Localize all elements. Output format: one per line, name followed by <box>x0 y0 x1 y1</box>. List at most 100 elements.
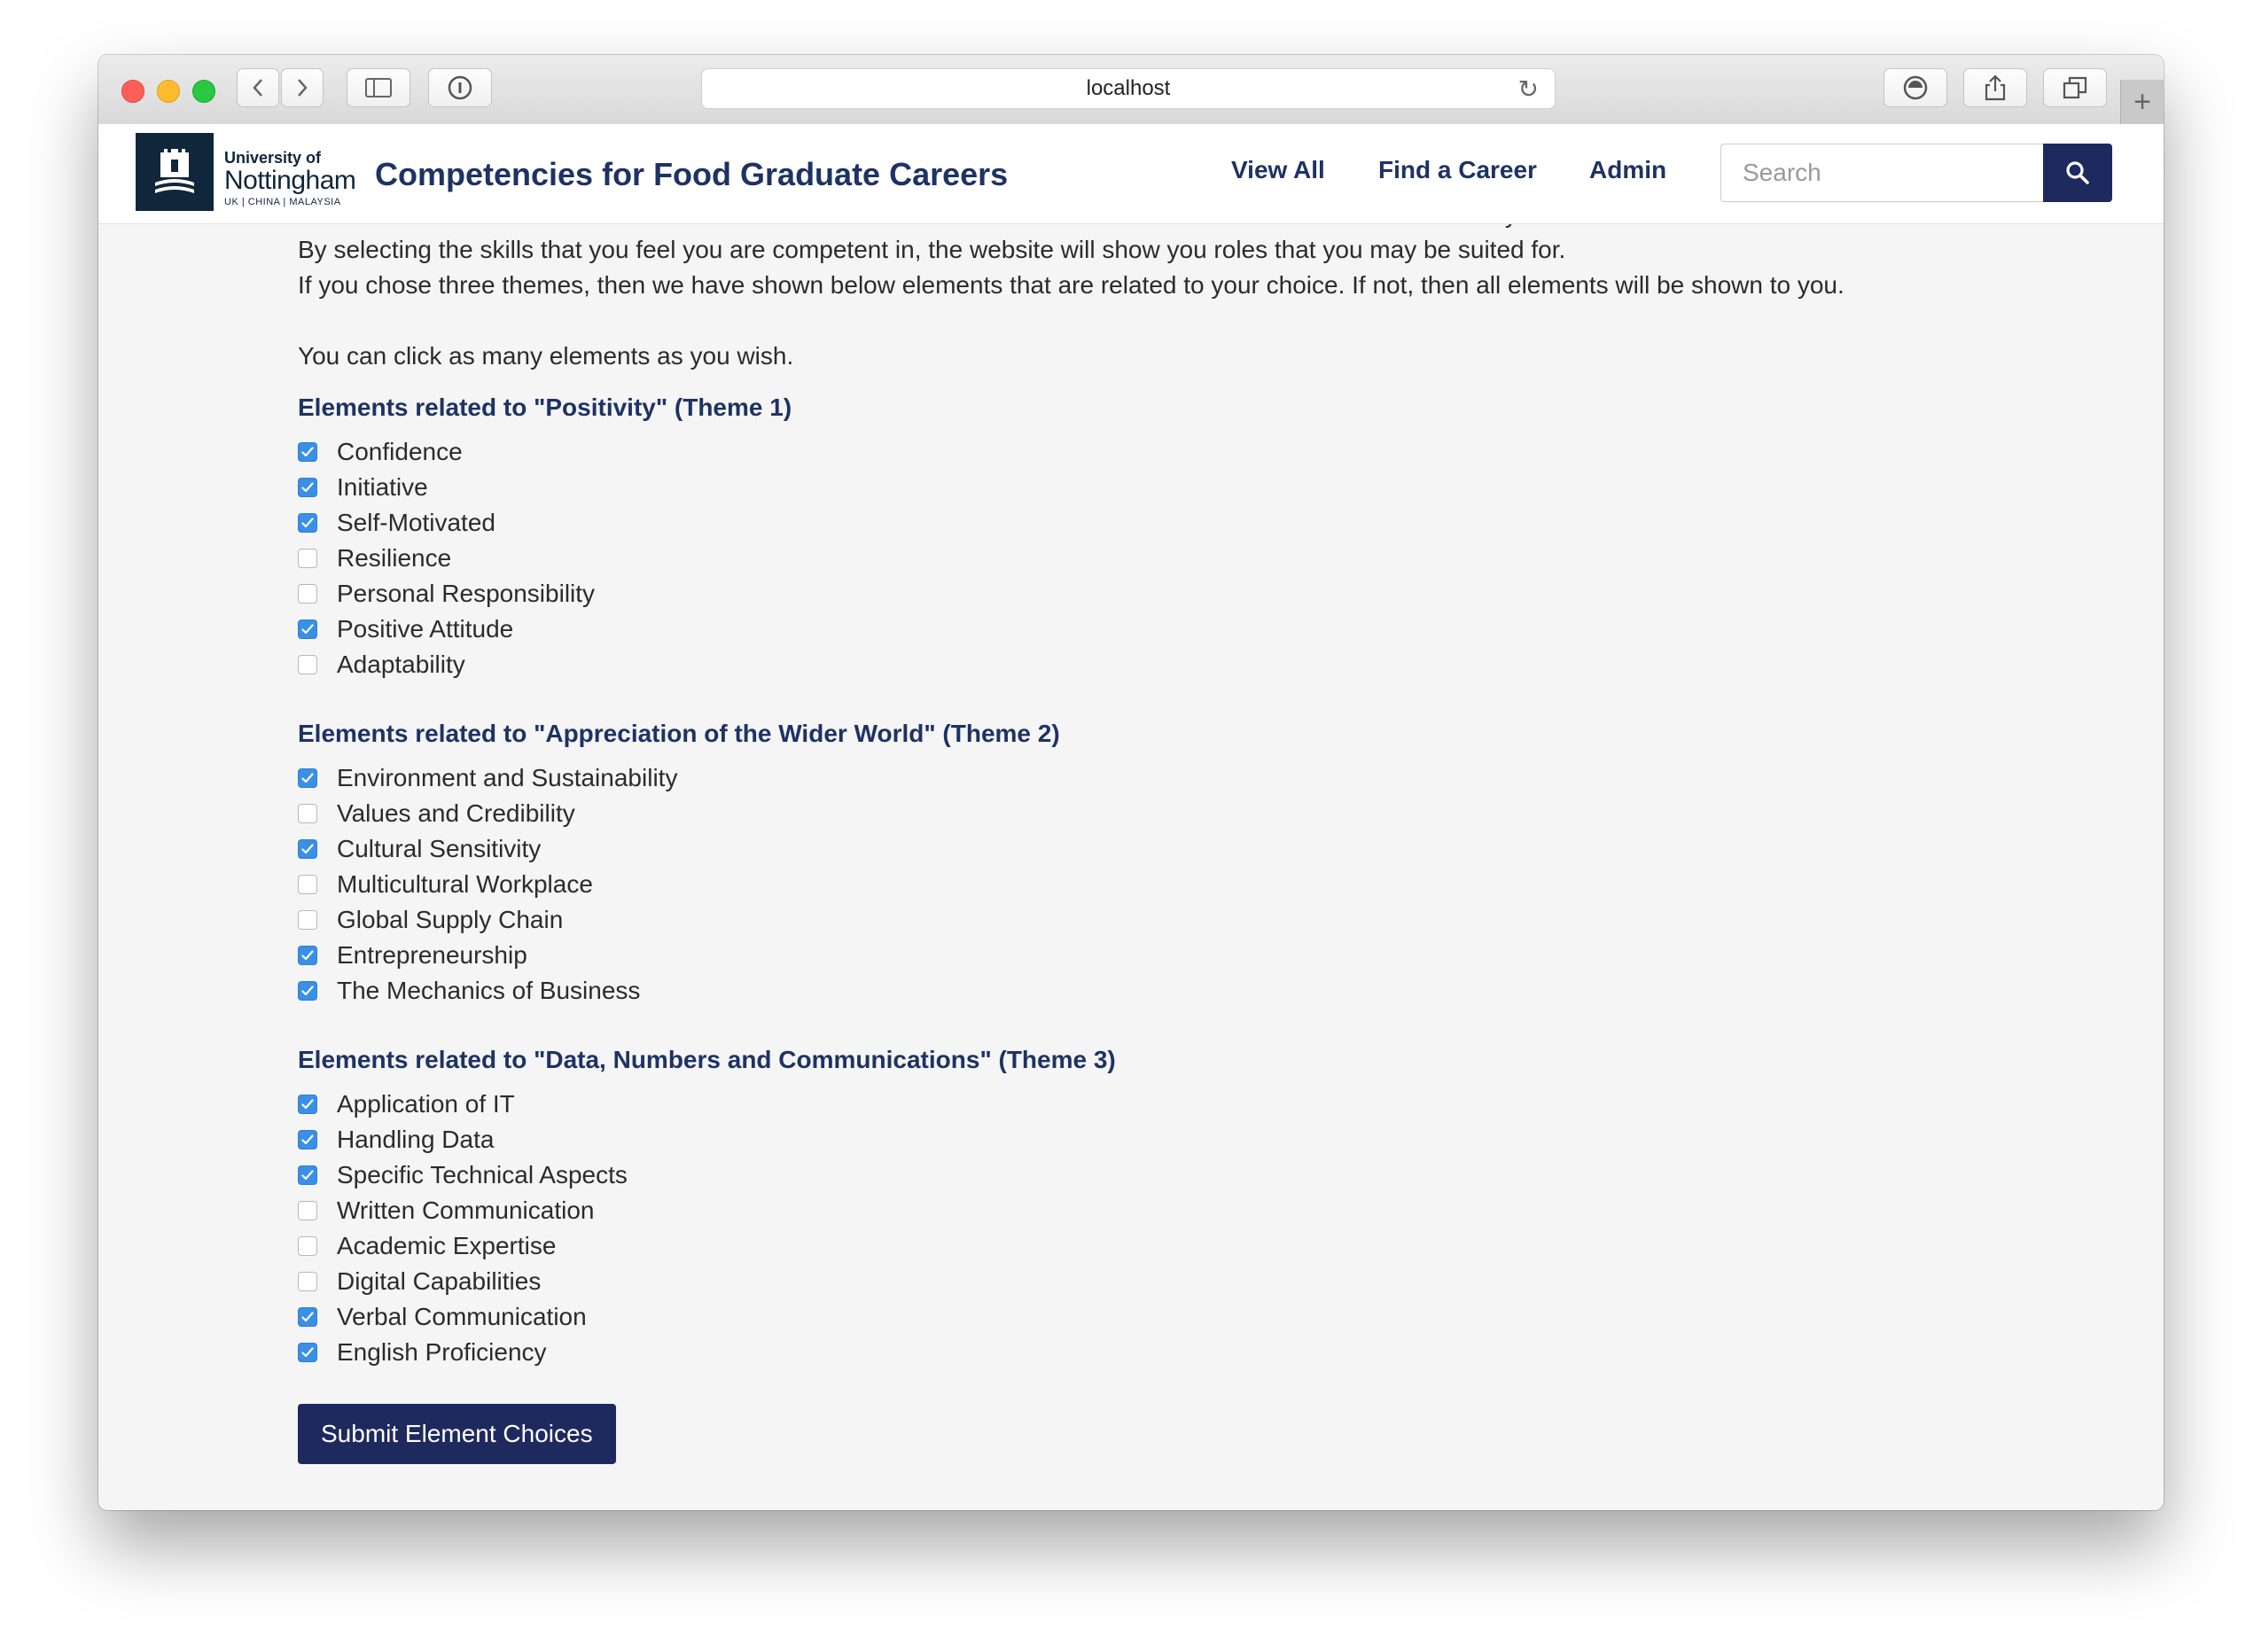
element-option[interactable]: Digital Capabilities <box>298 1264 2071 1299</box>
element-checkbox[interactable] <box>298 620 317 639</box>
university-crest-icon[interactable] <box>136 133 214 211</box>
element-option[interactable]: Handling Data <box>298 1122 2071 1157</box>
element-checkbox[interactable] <box>298 655 317 674</box>
checkmark-icon <box>301 950 314 961</box>
element-checkbox[interactable] <box>298 839 317 859</box>
element-checkbox[interactable] <box>298 478 317 497</box>
element-option[interactable]: Multicultural Workplace <box>298 867 2071 902</box>
element-checkbox[interactable] <box>298 549 317 568</box>
element-label[interactable]: Handling Data <box>337 1126 494 1154</box>
element-label[interactable]: English Proficiency <box>337 1338 547 1367</box>
element-label[interactable]: Entrepreneurship <box>337 941 527 970</box>
tabs-overview-button[interactable] <box>2043 68 2107 107</box>
element-label[interactable]: Written Communication <box>337 1196 594 1225</box>
element-label[interactable]: Environment and Sustainability <box>337 764 677 792</box>
checkmark-icon <box>301 518 314 528</box>
share-button[interactable] <box>1963 68 2027 107</box>
element-checkbox[interactable] <box>298 584 317 604</box>
element-option[interactable]: Self-Motivated <box>298 505 2071 541</box>
extension-button[interactable] <box>1884 68 1947 107</box>
element-option[interactable]: Personal Responsibility <box>298 576 2071 612</box>
element-option[interactable]: English Proficiency <box>298 1335 2071 1370</box>
element-label[interactable]: Values and Credibility <box>337 799 575 828</box>
element-option[interactable]: Specific Technical Aspects <box>298 1157 2071 1193</box>
element-label[interactable]: Cultural Sensitivity <box>337 835 541 863</box>
element-checklist: Confidence Initiative Self-Motivated Resili… <box>298 434 2071 682</box>
forward-button[interactable] <box>281 68 324 107</box>
element-checkbox[interactable] <box>298 946 317 965</box>
element-label[interactable]: Resilience <box>337 544 451 573</box>
element-option[interactable]: Verbal Communication <box>298 1299 2071 1335</box>
checkmark-icon <box>301 1170 314 1181</box>
theme-section-2: Elements related to "Appreciation of the… <box>298 716 2071 1009</box>
checkmark-icon <box>301 447 314 457</box>
element-checkbox[interactable] <box>298 1272 317 1291</box>
element-label[interactable]: Specific Technical Aspects <box>337 1161 628 1189</box>
chevron-left-icon <box>253 79 262 97</box>
search-input[interactable] <box>1720 144 2043 202</box>
element-option[interactable]: Entrepreneurship <box>298 938 2071 973</box>
element-option[interactable]: Environment and Sustainability <box>298 760 2071 796</box>
element-option[interactable]: Academic Expertise <box>298 1228 2071 1264</box>
element-label[interactable]: Personal Responsibility <box>337 580 595 608</box>
nav-find-a-career[interactable]: Find a Career <box>1378 156 1537 184</box>
element-checkbox[interactable] <box>298 875 317 894</box>
element-option[interactable]: Adaptability <box>298 647 2071 682</box>
element-option[interactable]: Application of IT <box>298 1087 2071 1122</box>
element-option[interactable]: Initiative <box>298 470 2071 505</box>
element-checkbox[interactable] <box>298 1307 317 1327</box>
element-checkbox[interactable] <box>298 1343 317 1362</box>
address-bar[interactable]: localhost ↻ <box>701 68 1556 109</box>
submit-element-choices-button[interactable]: Submit Element Choices <box>298 1404 616 1464</box>
element-option[interactable]: Values and Credibility <box>298 796 2071 831</box>
back-button[interactable] <box>237 68 279 107</box>
element-checkbox[interactable] <box>298 1095 317 1114</box>
element-checkbox[interactable] <box>298 1130 317 1149</box>
element-label[interactable]: Adaptability <box>337 651 465 679</box>
element-label[interactable]: Digital Capabilities <box>337 1267 541 1296</box>
element-checkbox[interactable] <box>298 442 317 462</box>
element-checkbox[interactable] <box>298 804 317 823</box>
element-checkbox[interactable] <box>298 910 317 930</box>
element-label[interactable]: Multicultural Workplace <box>337 870 593 899</box>
site-title[interactable]: Competencies for Food Graduate Careers <box>375 156 1008 193</box>
nav-admin[interactable]: Admin <box>1589 156 1666 184</box>
zoom-window-button[interactable] <box>192 80 215 103</box>
close-window-button[interactable] <box>121 80 144 103</box>
element-option[interactable]: Written Communication <box>298 1193 2071 1228</box>
minimize-window-button[interactable] <box>157 80 180 103</box>
checkmark-icon <box>301 986 314 996</box>
element-label[interactable]: Global Supply Chain <box>337 906 563 934</box>
element-label[interactable]: Verbal Communication <box>337 1303 587 1331</box>
theme-heading: Elements related to "Positivity" (Theme … <box>298 394 792 421</box>
element-option[interactable]: The Mechanics of Business <box>298 973 2071 1009</box>
element-label[interactable]: Initiative <box>337 473 428 502</box>
privacy-report-button[interactable] <box>428 68 492 107</box>
element-checkbox[interactable] <box>298 768 317 788</box>
element-label[interactable]: The Mechanics of Business <box>337 977 640 1005</box>
search-button[interactable] <box>2043 144 2112 202</box>
element-option[interactable]: Cultural Sensitivity <box>298 831 2071 867</box>
element-option[interactable]: Positive Attitude <box>298 612 2071 647</box>
intro-line-2: If you chose three themes, then we have … <box>298 271 1845 299</box>
element-checkbox[interactable] <box>298 1201 317 1220</box>
element-option[interactable]: Resilience <box>298 541 2071 576</box>
element-checkbox[interactable] <box>298 513 317 533</box>
element-checkbox[interactable] <box>298 1165 317 1185</box>
university-logo[interactable]: University of Nottingham UK | CHINA | MA… <box>224 149 356 209</box>
element-label[interactable]: Confidence <box>337 438 463 466</box>
element-label[interactable]: Positive Attitude <box>337 615 513 643</box>
element-label[interactable]: Application of IT <box>337 1090 515 1118</box>
element-checkbox[interactable] <box>298 981 317 1001</box>
nav-view-all[interactable]: View All <box>1231 156 1325 184</box>
element-checkbox[interactable] <box>298 1236 317 1256</box>
element-option[interactable]: Confidence <box>298 434 2071 470</box>
checkmark-icon <box>301 482 314 493</box>
element-label[interactable]: Academic Expertise <box>337 1232 556 1260</box>
sidebar-toggle-button[interactable] <box>347 68 410 107</box>
checkmark-icon <box>301 624 314 635</box>
reload-icon[interactable]: ↻ <box>1518 74 1539 104</box>
element-option[interactable]: Global Supply Chain <box>298 902 2071 938</box>
element-label[interactable]: Self-Motivated <box>337 509 495 537</box>
new-tab-button[interactable]: + <box>2120 80 2164 124</box>
